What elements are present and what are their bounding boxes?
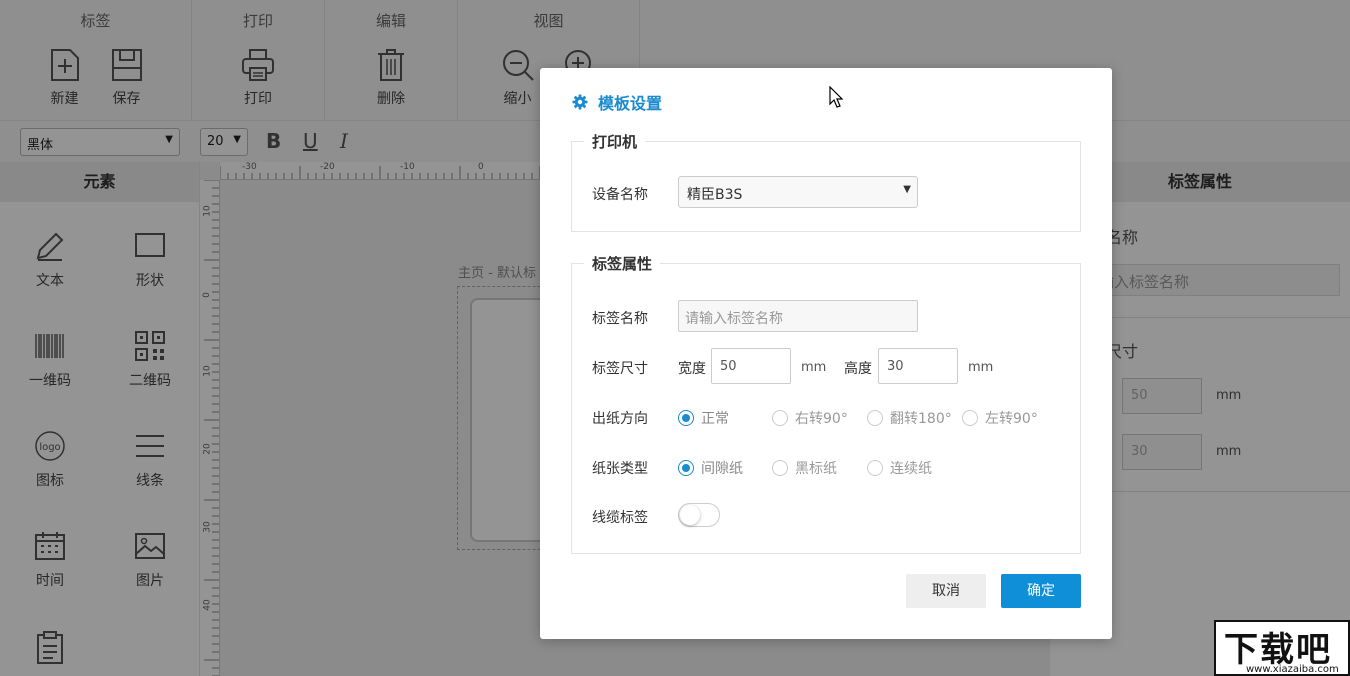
direction-left90-radio[interactable]: 左转90° [962,408,1038,428]
mouse-cursor-icon [829,86,843,108]
radio-label: 正常 [701,408,729,428]
radio-label: 间隙纸 [701,458,743,478]
device-name-label: 设备名称 [592,184,648,204]
cable-label-caption: 线缆标签 [592,507,648,527]
radio-dot [772,460,788,476]
printer-section: 打印机 设备名称 精臣B3S ▼ [571,131,1081,232]
width-label: 宽度 [678,358,706,378]
radio-dot [867,460,883,476]
radio-dot [678,460,694,476]
direction-right90-radio[interactable]: 右转90° [772,408,848,428]
height-field[interactable]: 30 [878,348,958,384]
radio-label: 翻转180° [890,408,952,428]
paper-type-label: 纸张类型 [592,458,648,478]
paper-gap-radio[interactable]: 间隙纸 [678,458,743,478]
label-size-label: 标签尺寸 [592,358,648,378]
label-name-label: 标签名称 [592,308,648,328]
label-name-field[interactable]: 请输入标签名称 [678,300,918,332]
template-settings-dialog: 模板设置 打印机 设备名称 精臣B3S ▼ 标签属性 标签名称 请输入标签名称 … [540,68,1112,639]
radio-dot [772,410,788,426]
height-unit: mm [968,360,993,375]
label-properties-legend: 标签属性 [584,253,660,274]
radio-label: 左转90° [985,408,1038,428]
confirm-button[interactable]: 确定 [1001,574,1081,608]
width-field[interactable]: 50 [711,348,791,384]
paper-blackmark-radio[interactable]: 黑标纸 [772,458,837,478]
dialog-title: 模板设置 [572,90,662,114]
cancel-button[interactable]: 取消 [906,574,986,608]
cable-label-toggle[interactable] [678,503,720,527]
radio-label: 黑标纸 [795,458,837,478]
paper-continuous-radio[interactable]: 连续纸 [867,458,932,478]
watermark-logo: 下载吧 www.xiazaiba.com [1214,620,1350,676]
radio-label: 右转90° [795,408,848,428]
watermark-url: www.xiazaiba.com [1246,664,1339,675]
width-unit: mm [801,360,826,375]
direction-flip180-radio[interactable]: 翻转180° [867,408,952,428]
device-select-value: 精臣B3S [687,187,742,203]
height-label: 高度 [844,358,872,378]
radio-dot [678,410,694,426]
dropdown-arrow-icon: ▼ [903,184,911,195]
gear-icon [572,94,588,110]
label-properties-section: 标签属性 标签名称 请输入标签名称 标签尺寸 宽度 50 mm 高度 30 mm… [571,253,1081,554]
dialog-title-text: 模板设置 [598,90,662,114]
paper-direction-label: 出纸方向 [592,408,648,428]
direction-normal-radio[interactable]: 正常 [678,408,729,428]
radio-label: 连续纸 [890,458,932,478]
device-select[interactable]: 精臣B3S ▼ [678,176,918,208]
printer-section-legend: 打印机 [584,131,645,152]
radio-dot [867,410,883,426]
radio-dot [962,410,978,426]
